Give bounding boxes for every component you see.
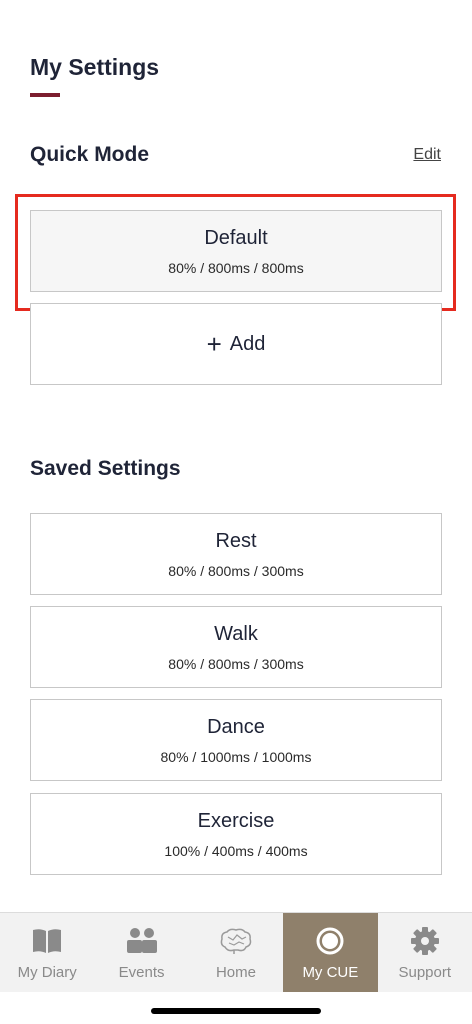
setting-params: 80% / 800ms / 800ms [168, 259, 304, 276]
cue-ring-icon [313, 924, 347, 958]
setting-name: Default [204, 226, 268, 249]
setting-params: 100% / 400ms / 400ms [164, 842, 308, 859]
setting-name: Walk [214, 622, 258, 645]
tab-bar: My Diary Events Home My CUE Support [0, 912, 472, 992]
tab-label: My Diary [17, 964, 77, 981]
setting-name: Exercise [197, 809, 275, 832]
people-icon [125, 924, 159, 958]
add-quick-mode-button[interactable]: + Add [30, 303, 442, 385]
plus-icon: + [206, 329, 222, 359]
book-icon [30, 924, 64, 958]
tab-home[interactable]: Home [189, 913, 283, 992]
tab-support[interactable]: Support [378, 913, 472, 992]
edit-link[interactable]: Edit [413, 146, 441, 164]
saved-setting-rest[interactable]: Rest 80% / 800ms / 300ms [30, 513, 442, 595]
saved-setting-walk[interactable]: Walk 80% / 800ms / 300ms [30, 606, 442, 688]
tab-label: Support [398, 964, 452, 981]
setting-params: 80% / 800ms / 300ms [168, 655, 304, 672]
tab-label: Events [118, 964, 165, 981]
tab-my-cue[interactable]: My CUE [283, 913, 378, 992]
setting-name: Dance [207, 715, 265, 738]
page-title: My Settings [30, 54, 160, 80]
saved-settings-title: Saved Settings [30, 457, 181, 480]
home-indicator[interactable] [151, 1008, 321, 1014]
tab-my-diary[interactable]: My Diary [0, 913, 94, 992]
setting-name: Rest [215, 529, 257, 552]
tab-label: Home [215, 964, 256, 981]
gear-icon [408, 924, 442, 958]
brain-icon [219, 924, 253, 958]
quick-mode-item-default[interactable]: Default 80% / 800ms / 800ms [30, 210, 442, 292]
setting-params: 80% / 1000ms / 1000ms [160, 748, 312, 765]
add-label: Add [229, 332, 266, 355]
setting-params: 80% / 800ms / 300ms [168, 562, 304, 579]
tab-label: My CUE [302, 964, 359, 981]
saved-setting-exercise[interactable]: Exercise 100% / 400ms / 400ms [30, 793, 442, 875]
quick-mode-title: Quick Mode [30, 143, 150, 166]
title-underline [30, 93, 60, 97]
tab-events[interactable]: Events [94, 913, 188, 992]
saved-setting-dance[interactable]: Dance 80% / 1000ms / 1000ms [30, 699, 442, 781]
